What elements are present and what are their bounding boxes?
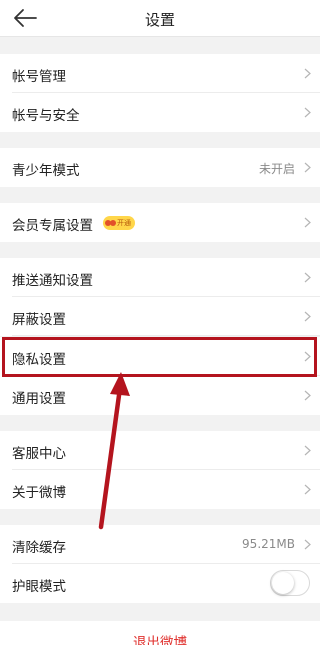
top-nav-bar: 设置 — [0, 0, 320, 37]
row-label: 帐号管理 — [12, 69, 66, 85]
chevron-right-icon — [304, 272, 311, 283]
divider — [12, 335, 320, 336]
chevron-right-icon — [304, 107, 311, 118]
toggle-knob — [272, 572, 294, 594]
chevron-right-icon — [304, 445, 311, 456]
chevron-right-icon — [304, 390, 311, 401]
row-label: 关于微博 — [12, 485, 66, 501]
chevron-right-icon — [304, 311, 311, 322]
crown-icon — [105, 220, 116, 226]
row-label: 青少年模式 — [12, 163, 80, 179]
teen-mode-status: 未开启 — [258, 162, 295, 176]
page-title: 设置 — [144, 11, 175, 29]
chevron-right-icon — [304, 217, 311, 228]
row-account-security[interactable]: 帐号与安全 — [0, 93, 320, 132]
logout-label: 退出微博 — [133, 635, 187, 645]
row-label: 护眼模式 — [12, 579, 66, 595]
eye-mode-toggle[interactable] — [270, 570, 310, 596]
row-teen-mode[interactable]: 青少年模式 未开启 — [0, 148, 320, 187]
row-service-center[interactable]: 客服中心 — [0, 431, 320, 470]
row-about-weibo[interactable]: 关于微博 — [0, 470, 320, 509]
chevron-right-icon — [304, 539, 311, 550]
chevron-right-icon — [304, 484, 311, 495]
vip-badge: 开通 — [103, 216, 135, 230]
row-label: 推送通知设置 — [12, 273, 93, 289]
vip-badge-text: 开通 — [117, 219, 131, 227]
row-vip-settings[interactable]: 会员专属设置 开通 — [0, 203, 320, 242]
row-label: 会员专属设置 — [12, 218, 93, 234]
row-label: 帐号与安全 — [12, 108, 80, 124]
annotation-highlight-box — [2, 337, 317, 377]
row-label: 清除缓存 — [12, 540, 66, 556]
row-account-manage[interactable]: 帐号管理 — [0, 54, 320, 93]
row-label: 通用设置 — [12, 391, 66, 407]
cache-size: 95.21MB — [242, 537, 295, 551]
row-general-settings[interactable]: 通用设置 — [0, 376, 320, 415]
row-label: 客服中心 — [12, 446, 66, 462]
row-label: 屏蔽设置 — [12, 312, 66, 328]
logout-button[interactable]: 退出微博 — [0, 621, 320, 645]
chevron-right-icon — [304, 162, 311, 173]
chevron-right-icon — [304, 68, 311, 79]
row-clear-cache[interactable]: 清除缓存 95.21MB — [0, 525, 320, 564]
row-block-settings[interactable]: 屏蔽设置 — [0, 297, 320, 336]
row-push-settings[interactable]: 推送通知设置 — [0, 258, 320, 297]
row-eye-mode: 护眼模式 — [0, 564, 320, 603]
